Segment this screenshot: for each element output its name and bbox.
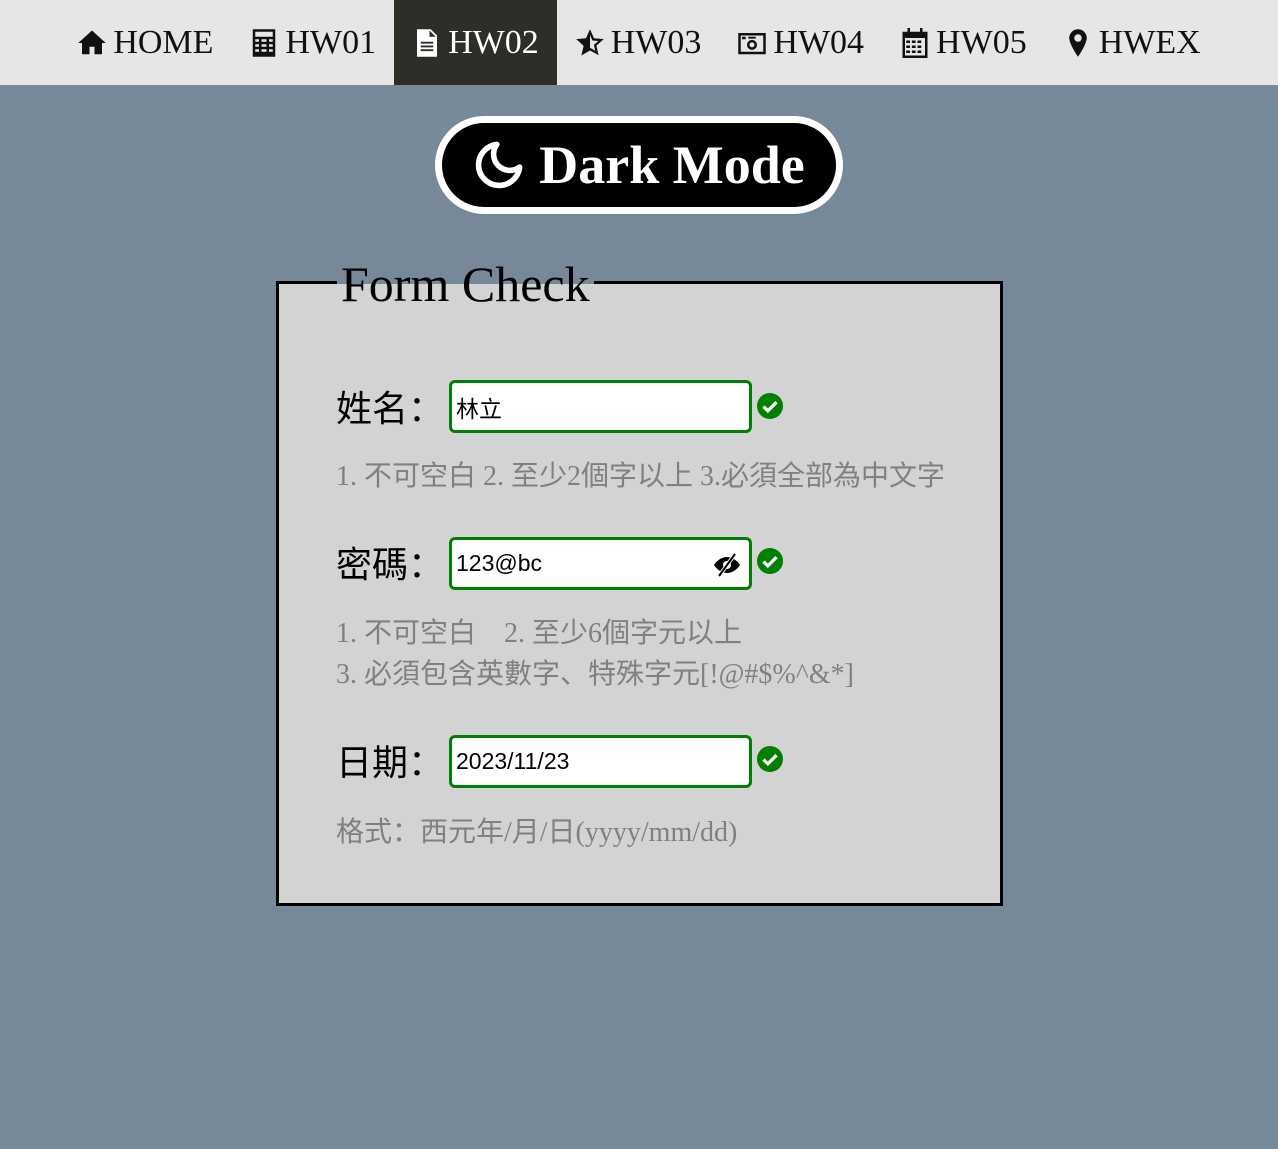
password-input-value: 123@bc [456, 550, 543, 576]
password-input[interactable]: 123@bc [449, 537, 752, 590]
nav-item-label: HW05 [936, 23, 1027, 61]
top-nav: HOME HW01 HW02 HW03 HW04 HW05 HWEX [0, 0, 1278, 85]
password-hint-line1: 1. 不可空白 2. 至少6個字元以上 [336, 618, 743, 649]
password-label: 密碼： [336, 545, 445, 586]
nav-item-label: HW02 [448, 23, 539, 61]
nav-item-label: HWEX [1098, 23, 1201, 61]
home-icon [78, 30, 107, 54]
map-marker-icon [1068, 28, 1087, 57]
password-hint-line2: 3. 必須包含英數字、特殊字元[!@#$%^&*] [336, 659, 855, 690]
moon-icon [476, 141, 523, 189]
calculator-icon [253, 28, 276, 57]
eye-slash-icon[interactable] [712, 552, 742, 578]
star-icon [575, 28, 604, 55]
nav-item-hw04[interactable]: HW04 [719, 0, 882, 85]
dark-mode-label: Dark Mode [539, 135, 805, 195]
date-input-value: 2023/11/23 [456, 748, 570, 774]
date-hint: 格式：西元年/月/日(yyyy/mm/dd) [336, 817, 738, 848]
nav-item-hw03[interactable]: HW03 [557, 0, 720, 85]
valid-check-icon [757, 548, 783, 574]
nav-item-hw05[interactable]: HW05 [882, 0, 1045, 85]
valid-check-icon [757, 393, 783, 419]
document-icon [417, 28, 438, 57]
dark-mode-button[interactable]: Dark Mode [435, 116, 843, 214]
nav-item-label: HW03 [610, 23, 702, 61]
nav-item-label: HW04 [773, 23, 865, 61]
form-legend: Form Check [337, 257, 594, 311]
nav-item-hwex[interactable]: HWEX [1045, 0, 1219, 85]
form-check-fieldset: Form Check 姓名： 林立 1. 不可空白 2. 至少2個字以上 3.必… [276, 257, 1003, 906]
camera-icon [738, 32, 767, 54]
name-input-value: 林立 [456, 395, 502, 422]
nav-item-hw02[interactable]: HW02 [394, 0, 557, 85]
name-input[interactable]: 林立 [449, 380, 752, 433]
nav-item-home[interactable]: HOME [59, 0, 231, 85]
calendar-icon [902, 27, 928, 58]
date-label: 日期： [336, 743, 445, 784]
name-hint: 1. 不可空白 2. 至少2個字以上 3.必須全部為中文字 [336, 461, 946, 492]
date-input[interactable]: 2023/11/23 [449, 735, 752, 788]
nav-item-label: HW01 [285, 23, 377, 61]
nav-item-hw01[interactable]: HW01 [231, 0, 394, 85]
nav-item-label: HOME [113, 23, 214, 61]
valid-check-icon [757, 746, 783, 772]
name-label: 姓名： [336, 389, 445, 430]
